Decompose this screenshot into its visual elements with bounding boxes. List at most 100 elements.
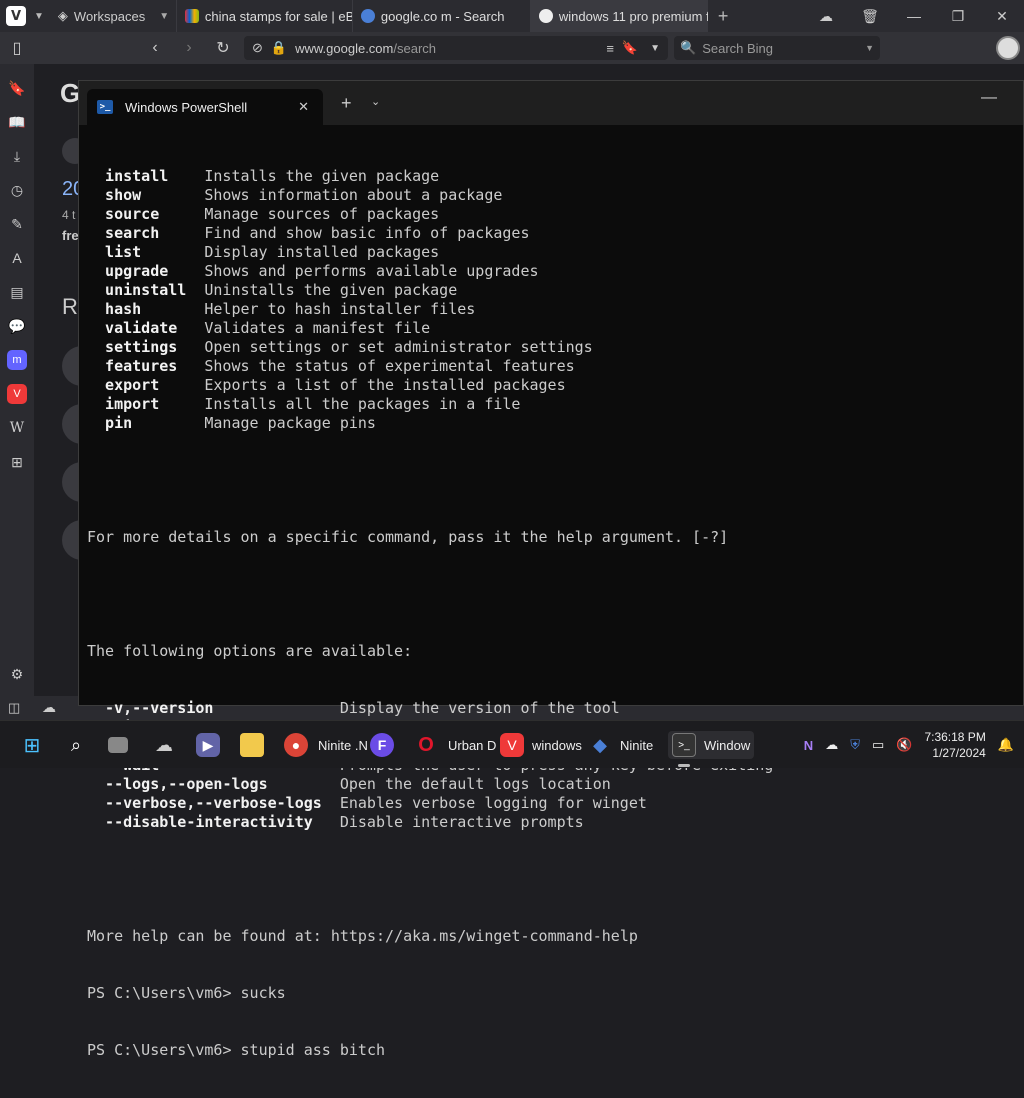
- file-explorer-button[interactable]: [240, 731, 264, 759]
- trash-icon[interactable]: 🗑: [848, 8, 892, 25]
- history-icon[interactable]: ◷: [7, 180, 27, 200]
- minimize-button[interactable]: —: [892, 8, 936, 24]
- terminal-tab[interactable]: >_ Windows PowerShell ✕: [87, 89, 323, 125]
- result-text-fragment: fre: [62, 228, 79, 243]
- reader-view-icon[interactable]: ≡: [606, 41, 614, 56]
- taskbar-item-label: Urban D: [448, 737, 497, 753]
- command-description: Display the version of the tool: [339, 699, 620, 717]
- terminal-output[interactable]: install Installs the given package show Sho…: [87, 129, 773, 1098]
- back-button[interactable]: ‹: [138, 39, 172, 57]
- chrome-icon: ●: [284, 733, 308, 757]
- console-line: More help can be found at: https://aka.m…: [87, 927, 638, 945]
- command-name: --logs,--open-logs: [105, 775, 268, 793]
- command-description: Manage package pins: [204, 414, 376, 432]
- command-name: uninstall: [105, 281, 187, 299]
- search-field[interactable]: 🔍 Search Bing ▼: [674, 36, 880, 60]
- command-name: features: [105, 357, 178, 375]
- command-description: Installs the given package: [204, 167, 440, 185]
- console-line: For more details on a specific command, …: [87, 528, 729, 546]
- task-view-button[interactable]: [108, 731, 128, 759]
- search-icon: 🔍: [680, 40, 697, 55]
- chevron-down-icon[interactable]: ▼: [650, 43, 660, 54]
- command-name: pin: [105, 414, 133, 432]
- command-description: Open the default logs location: [339, 775, 611, 793]
- console-row: export Exports a list of the installed pa…: [87, 376, 773, 395]
- clock[interactable]: 7:36:18 PM 1/27/2024: [924, 729, 985, 761]
- tracker-block-icon[interactable]: ⊘: [252, 40, 263, 56]
- powershell-window: >_ Windows PowerShell ✕ + ⌄ — install Ins…: [78, 80, 1024, 1059]
- panel-toggle-icon[interactable]: ◫: [8, 700, 20, 716]
- system-tray: N ☁ ⛨ ▭ 🔇 7:36:18 PM 1/27/2024 🔔: [804, 729, 1024, 761]
- command-name: --disable-interactivity: [105, 813, 313, 831]
- console-row: validate Validates a manifest file: [87, 319, 773, 338]
- chevron-down-icon[interactable]: ⌄: [371, 95, 380, 108]
- taskbar-item-terminal[interactable]: >_ Window: [668, 731, 755, 759]
- console-row: uninstall Uninstalls the given package: [87, 281, 773, 300]
- translate-icon[interactable]: A: [7, 248, 27, 268]
- reload-button[interactable]: ↻: [206, 38, 240, 58]
- tab-label: google.co m - Search: [380, 8, 505, 24]
- chat-icon[interactable]: 💬: [7, 316, 27, 336]
- reading-list-icon[interactable]: 📖: [7, 112, 27, 132]
- bookmark-icon[interactable]: 🔖: [622, 40, 638, 56]
- close-tab-icon[interactable]: ✕: [298, 99, 309, 115]
- volume-muted-icon[interactable]: 🔇: [896, 737, 912, 753]
- taskbar-item-app[interactable]: F: [370, 731, 394, 759]
- windows-logo-icon: ⊞: [23, 734, 41, 757]
- url-path: /search: [393, 40, 437, 56]
- bookmarks-icon[interactable]: 🔖: [7, 78, 27, 98]
- url-field[interactable]: ⊘ 🔒 www.google.com/search ≡ 🔖 ▼: [244, 36, 668, 60]
- notes-icon[interactable]: ✎: [7, 214, 27, 234]
- command-name: --verbose,--verbose-logs: [105, 794, 322, 812]
- calendar-icon[interactable]: ▤: [7, 282, 27, 302]
- security-icon[interactable]: ⛨: [850, 737, 860, 753]
- taskbar-item-label: Ninite .N: [318, 737, 368, 753]
- n-app-icon[interactable]: N: [804, 738, 813, 753]
- vivaldi-menu-icon[interactable]: V: [6, 6, 26, 26]
- command-name: list: [105, 243, 142, 261]
- new-tab-button[interactable]: +: [708, 6, 739, 27]
- forward-button[interactable]: ›: [172, 39, 206, 57]
- network-icon[interactable]: ▭: [872, 737, 884, 753]
- cloud-sync-icon[interactable]: ☁: [804, 8, 848, 25]
- menu-caret-icon[interactable]: ▼: [34, 11, 44, 22]
- command-name: search: [105, 224, 160, 242]
- start-button[interactable]: ⊞: [20, 731, 44, 759]
- chevron-down-icon[interactable]: ▼: [865, 43, 874, 53]
- notification-bell-icon[interactable]: 🔔: [998, 737, 1014, 753]
- taskbar-item-vivaldi[interactable]: V windows: [500, 731, 582, 759]
- panel-toggle-icon[interactable]: ▯: [0, 38, 34, 58]
- sync-cloud-icon[interactable]: ☁: [42, 699, 56, 716]
- taskbar-item-opera[interactable]: O Urban D: [414, 731, 496, 759]
- workspaces-button[interactable]: ◈ Workspaces ▼: [58, 8, 176, 24]
- google-icon: [360, 9, 375, 23]
- command-description: Enables verbose logging for winget: [339, 794, 647, 812]
- new-terminal-tab-button[interactable]: +: [341, 93, 352, 114]
- maximize-button[interactable]: ❐: [936, 8, 980, 25]
- mastodon-icon[interactable]: m: [7, 350, 27, 370]
- widgets-button[interactable]: ☁: [152, 731, 176, 759]
- close-button[interactable]: ✕: [980, 8, 1024, 25]
- settings-gear-icon[interactable]: ⚙: [7, 664, 27, 684]
- url-host: www.google.com: [295, 40, 394, 56]
- meet-button[interactable]: ▶: [196, 731, 220, 759]
- minimize-button[interactable]: —: [981, 89, 997, 107]
- cloud-off-icon[interactable]: ☁: [825, 737, 838, 753]
- browser-tab-windows11[interactable]: windows 11 pro premium fr: [529, 0, 708, 32]
- taskbar-item-chrome[interactable]: ● Ninite .N: [284, 731, 368, 759]
- browser-tab-google-search[interactable]: google.co m - Search: [351, 0, 530, 32]
- taskbar-item-label: Ninite: [620, 737, 654, 753]
- search-button[interactable]: ⌕: [64, 731, 88, 759]
- add-panel-icon[interactable]: ⊞: [7, 452, 27, 472]
- taskbar-item-ninite[interactable]: ◆ Ninite: [588, 731, 653, 759]
- vivaldi-icon[interactable]: V: [7, 384, 27, 404]
- profile-avatar[interactable]: [996, 36, 1020, 60]
- workspaces-label: Workspaces: [73, 8, 146, 24]
- browser-tab-ebay[interactable]: china stamps for sale | eBay: [175, 0, 352, 32]
- clock-date: 1/27/2024: [932, 746, 986, 760]
- command-name: import: [105, 395, 160, 413]
- wikipedia-icon[interactable]: W: [7, 418, 27, 438]
- downloads-icon[interactable]: ⤓: [7, 146, 27, 166]
- lock-icon[interactable]: 🔒: [271, 40, 287, 56]
- opera-icon: O: [418, 733, 434, 756]
